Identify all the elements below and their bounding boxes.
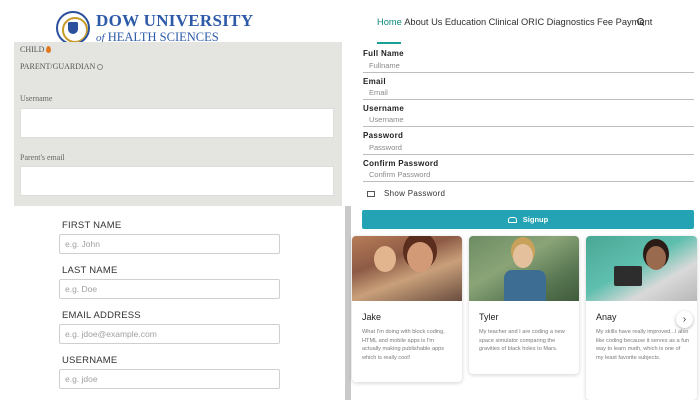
confirm-password-input[interactable] (363, 168, 694, 182)
email-label: Email (363, 77, 386, 86)
email-address-input[interactable] (59, 324, 280, 344)
nav-clinical[interactable]: Clinical (489, 17, 519, 27)
logo-line-1: DOW UNIVERSITY (96, 11, 254, 30)
email-address-label: EMAIL ADDRESS (62, 310, 141, 321)
main-nav: Home About Us Education Clinical ORIC Di… (377, 17, 655, 27)
email-input[interactable] (363, 86, 694, 100)
first-name-label: FIRST NAME (62, 220, 122, 231)
signup-username-input[interactable] (363, 113, 694, 127)
tyler-photo (469, 236, 579, 301)
testimonial-card-jake[interactable]: Jake What I'm doing with block coding, H… (352, 236, 462, 382)
testimonial-quote: My skills have really improved...I also … (596, 329, 689, 361)
child-option[interactable]: CHILD (20, 45, 52, 54)
logo-text: DOW UNIVERSITY of HEALTH SCIENCES (96, 12, 253, 44)
username-field-label: USERNAME (62, 355, 118, 366)
show-password-toggle[interactable]: Show Password (367, 189, 445, 198)
first-name-input[interactable] (59, 234, 280, 254)
parent-email-input[interactable] (20, 166, 334, 196)
account-type-panel: CHILD PARENT/GUARDIAN Username Parent's … (14, 42, 342, 206)
password-label: Password (363, 131, 404, 140)
username-label: Username (20, 94, 53, 103)
university-seal-icon (56, 11, 90, 45)
testimonial-card-tyler[interactable]: Tyler My teacher and I are coding a new … (469, 236, 579, 374)
testimonial-name: Jake (362, 312, 382, 322)
nav-home[interactable]: Home (377, 17, 402, 27)
parent-email-label: Parent's email (20, 153, 65, 162)
parent-radio[interactable] (97, 63, 104, 70)
signup-button-label: Signup (522, 215, 549, 224)
show-password-checkbox[interactable] (367, 190, 375, 197)
anay-photo (586, 236, 697, 301)
username-input[interactable] (20, 108, 334, 138)
carousel-next-chevron-icon[interactable]: › (676, 311, 693, 328)
username-field-input[interactable] (59, 369, 280, 389)
nav-about-us[interactable]: About Us (404, 17, 442, 27)
signup-username-label: Username (363, 104, 405, 113)
parent-guardian-label: PARENT/GUARDIAN (20, 62, 96, 71)
parent-guardian-option[interactable]: PARENT/GUARDIAN (20, 62, 104, 71)
testimonial-quote: What I'm doing with block coding, HTML a… (362, 329, 445, 361)
confirm-password-label: Confirm Password (363, 159, 439, 168)
full-name-label: Full Name (363, 49, 404, 58)
scrollbar[interactable] (345, 206, 351, 400)
nav-active-underline (377, 42, 401, 44)
jake-photo (352, 236, 462, 301)
full-name-input[interactable] (363, 59, 694, 73)
password-input[interactable] (363, 141, 694, 155)
last-name-label: LAST NAME (62, 265, 118, 276)
last-name-input[interactable] (59, 279, 280, 299)
search-icon[interactable] (636, 17, 646, 27)
child-label: CHILD (20, 45, 45, 54)
testimonial-name: Tyler (479, 312, 499, 322)
testimonial-quote: My teacher and I are coding a new space … (479, 329, 565, 352)
flame-icon (46, 46, 52, 53)
show-password-label: Show Password (384, 189, 446, 198)
nav-diagnostics[interactable]: Diagnostics (547, 17, 595, 27)
nav-education[interactable]: Education (445, 17, 486, 27)
signup-button[interactable]: Signup (362, 210, 694, 229)
nav-oric[interactable]: ORIC (521, 17, 544, 27)
signup-icon (507, 216, 517, 223)
